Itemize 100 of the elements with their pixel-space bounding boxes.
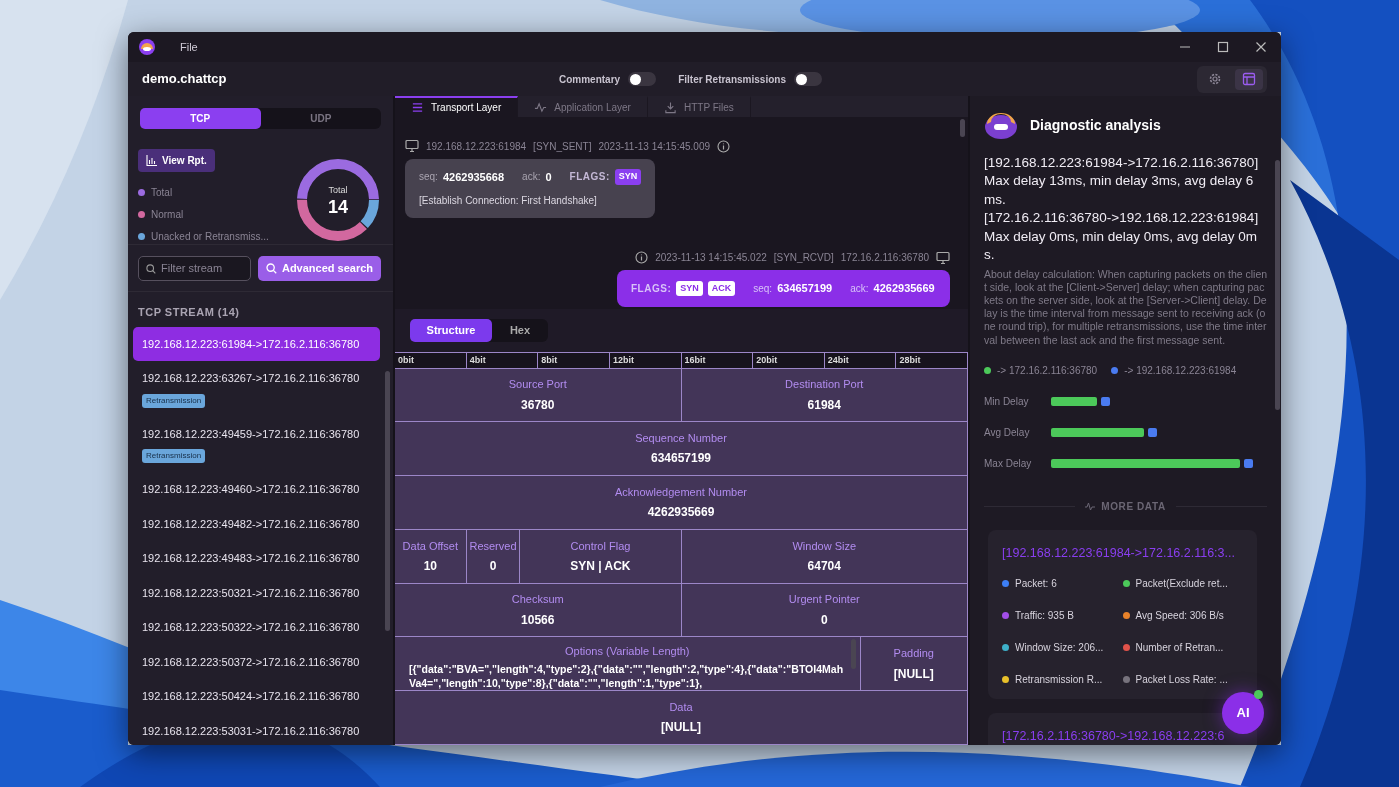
section-label: MORE DATA bbox=[1101, 499, 1166, 514]
view-tab[interactable]: Hex bbox=[492, 318, 548, 342]
legend-label: -> 172.16.2.116:36780 bbox=[997, 363, 1098, 378]
stream-item[interactable]: 192.168.12.223:50322->172.16.2.116:36780 bbox=[133, 610, 380, 645]
delay-route: [172.16.2.116:36780->192.168.12.223:61984] bbox=[984, 209, 1260, 228]
stat-label: Packet Loss Rate: ... bbox=[1135, 673, 1228, 688]
close-icon[interactable] bbox=[1255, 41, 1267, 53]
message-meta: 2023-11-13 14:15:45.009 bbox=[598, 139, 711, 154]
field-value: [NULL] bbox=[893, 665, 934, 683]
flag-tag: ACK bbox=[707, 280, 736, 297]
field-name: Data bbox=[669, 699, 693, 715]
field-name: Control Flag bbox=[570, 538, 631, 554]
field-value: 64704 bbox=[807, 558, 841, 575]
stream-item[interactable]: 192.168.12.223:49459->172.16.2.116:36780 Retransmission bbox=[133, 416, 380, 472]
layout-icon[interactable] bbox=[1242, 72, 1256, 86]
field-label: FLAGS: bbox=[569, 170, 610, 185]
analysis-logo-icon bbox=[984, 110, 1018, 140]
app-title: demo.chattcp bbox=[141, 70, 228, 89]
monitor-icon bbox=[405, 139, 419, 154]
toggle-label: Filter Retransmissions bbox=[678, 72, 786, 87]
pulse-icon bbox=[534, 100, 548, 114]
legend-label: Unacked or Retransmiss... bbox=[151, 230, 269, 244]
stream-item[interactable]: 192.168.12.223:63267->172.16.2.116:36780 Retransmission bbox=[133, 361, 380, 417]
field-label: ack: bbox=[850, 281, 869, 296]
bar-chart-icon bbox=[146, 155, 157, 166]
stat-label: Packet(Exclude ret... bbox=[1135, 577, 1228, 592]
pulse-icon bbox=[1085, 501, 1096, 512]
field-value: 634657199 bbox=[777, 281, 833, 297]
delay-bars-drawing bbox=[1051, 396, 1110, 406]
field-value: 0 bbox=[820, 611, 828, 629]
legend-label: Total bbox=[151, 186, 173, 200]
retransmission-tag: Retransmission bbox=[142, 393, 206, 408]
field-value: 10566 bbox=[521, 611, 555, 629]
stream-item[interactable]: 192.168.12.223:61984->172.16.2.116:36780 bbox=[133, 326, 380, 361]
field-name: Data Offset bbox=[402, 538, 459, 554]
field-value: 0 bbox=[489, 558, 497, 575]
stream-item[interactable]: 192.168.12.223:50321->172.16.2.116:36780 bbox=[133, 575, 380, 610]
flag-tag: SYN bbox=[676, 280, 703, 297]
delay-route: [192.168.12.223:61984->172.16.2.116:36780] bbox=[984, 154, 1260, 172]
message-note: [Establish Connection: First Handshake] bbox=[419, 194, 598, 209]
advanced-search-button[interactable]: Advanced search bbox=[258, 256, 381, 281]
stream-item[interactable]: 192.168.12.223:50372->172.16.2.116:36780 bbox=[133, 644, 380, 679]
settings-icon[interactable] bbox=[1208, 72, 1222, 86]
view-report-button[interactable]: View Rpt. bbox=[138, 149, 215, 172]
menu-item[interactable]: File bbox=[180, 38, 198, 56]
field-value: [{"data":"BVA=","length":4,"type":2},{"data":"","length":2,"type":4},{"data":"BTOI4MahVa4=","length":10,"type":8},{"data":"","length":1,"type":1}, bbox=[409, 662, 845, 691]
maximize-icon[interactable] bbox=[1217, 41, 1229, 53]
layer-tab[interactable]: Application Layer bbox=[518, 96, 648, 117]
bar-label: Avg Delay bbox=[984, 425, 1031, 440]
download-icon bbox=[663, 100, 677, 114]
stream-item[interactable]: 192.168.12.223:49460->172.16.2.116:36780 bbox=[133, 472, 380, 507]
field-value: 10 bbox=[423, 558, 437, 575]
stream-item[interactable]: 192.168.12.223:50424->172.16.2.116:36780 bbox=[133, 679, 380, 714]
donut-label: Total bbox=[328, 184, 348, 198]
field-name: Urgent Pointer bbox=[788, 592, 860, 608]
field-name: Padding bbox=[893, 646, 934, 662]
stat-label: Avg Speed: 306 B/s bbox=[1135, 609, 1224, 624]
toggle-switch[interactable] bbox=[793, 72, 822, 86]
field-value: 0 bbox=[545, 169, 552, 185]
field-value: [NULL] bbox=[661, 719, 701, 737]
field-value: 61984 bbox=[807, 396, 841, 414]
field-value: 634657199 bbox=[650, 450, 712, 468]
status-dot bbox=[1254, 690, 1263, 699]
field-label: seq: bbox=[753, 281, 773, 296]
message-meta: 2023-11-13 14:15:45.022 bbox=[655, 251, 767, 266]
delay-note: About delay calculation: When capturing packets on the client side, look at the [Client->Server] delay; when capturing packets on the server side, look at the [Server->Client] delay. Delay is the time interval from message sent to receiving ack (one round trip), for multiple retransmissions, use the time interval between the last ack and the first message sent. bbox=[984, 267, 1268, 347]
toggle-switch[interactable] bbox=[628, 72, 657, 86]
view-tab[interactable]: Structure bbox=[410, 318, 492, 342]
message-meta: 172.16.2.116:36780 bbox=[840, 251, 929, 266]
stat-label: Traffic: 935 B bbox=[1015, 609, 1074, 624]
legend-label: -> 192.168.12.223:61984 bbox=[1124, 363, 1237, 378]
message-meta: [SYN_SENT] bbox=[533, 139, 592, 154]
filter-field[interactable]: Filter stream bbox=[138, 256, 251, 281]
message-meta: 192.168.12.223:61984 bbox=[426, 139, 527, 154]
search-icon bbox=[146, 263, 156, 274]
protocol-tab[interactable]: TCP bbox=[140, 108, 261, 129]
protocol-tab[interactable]: UDP bbox=[260, 108, 381, 129]
field-value: 4262935668 bbox=[442, 169, 505, 185]
stream-item[interactable]: 192.168.12.223:53031->172.16.2.116:36780 bbox=[133, 713, 380, 745]
field-label: FLAGS: bbox=[631, 281, 672, 296]
filter-input[interactable]: Filter stream bbox=[161, 260, 243, 277]
stat-label: Number of Retran... bbox=[1135, 641, 1224, 656]
stat-label: Packet: 6 bbox=[1015, 577, 1057, 592]
search-icon bbox=[265, 263, 277, 274]
field-name: Window Size bbox=[792, 538, 857, 554]
field-name: Source Port bbox=[508, 377, 567, 393]
donut-value: 14 bbox=[328, 197, 348, 216]
stream-item[interactable]: 192.168.12.223:49482->172.16.2.116:36780 bbox=[133, 506, 380, 541]
layer-tab[interactable]: HTTP Files bbox=[647, 96, 751, 117]
monitor-icon bbox=[936, 250, 950, 265]
stat-label: Retransmission R... bbox=[1015, 673, 1103, 688]
scrollbar bbox=[960, 118, 965, 137]
delay-summary: Max delay 0ms, min delay 0ms, avg delay 0ms. bbox=[984, 227, 1259, 265]
section-heading: TCP STREAM (14) bbox=[137, 305, 241, 320]
stream-item[interactable]: 192.168.12.223:49483->172.16.2.116:36780 bbox=[133, 541, 380, 576]
layer-tab[interactable]: Transport Layer bbox=[395, 96, 519, 117]
app-logo-icon bbox=[138, 38, 156, 56]
delay-summary: Max delay 13ms, min delay 3ms, avg delay 6ms. bbox=[984, 172, 1255, 209]
legend-label: Normal bbox=[151, 208, 184, 222]
bar-label: Max Delay bbox=[984, 456, 1033, 471]
